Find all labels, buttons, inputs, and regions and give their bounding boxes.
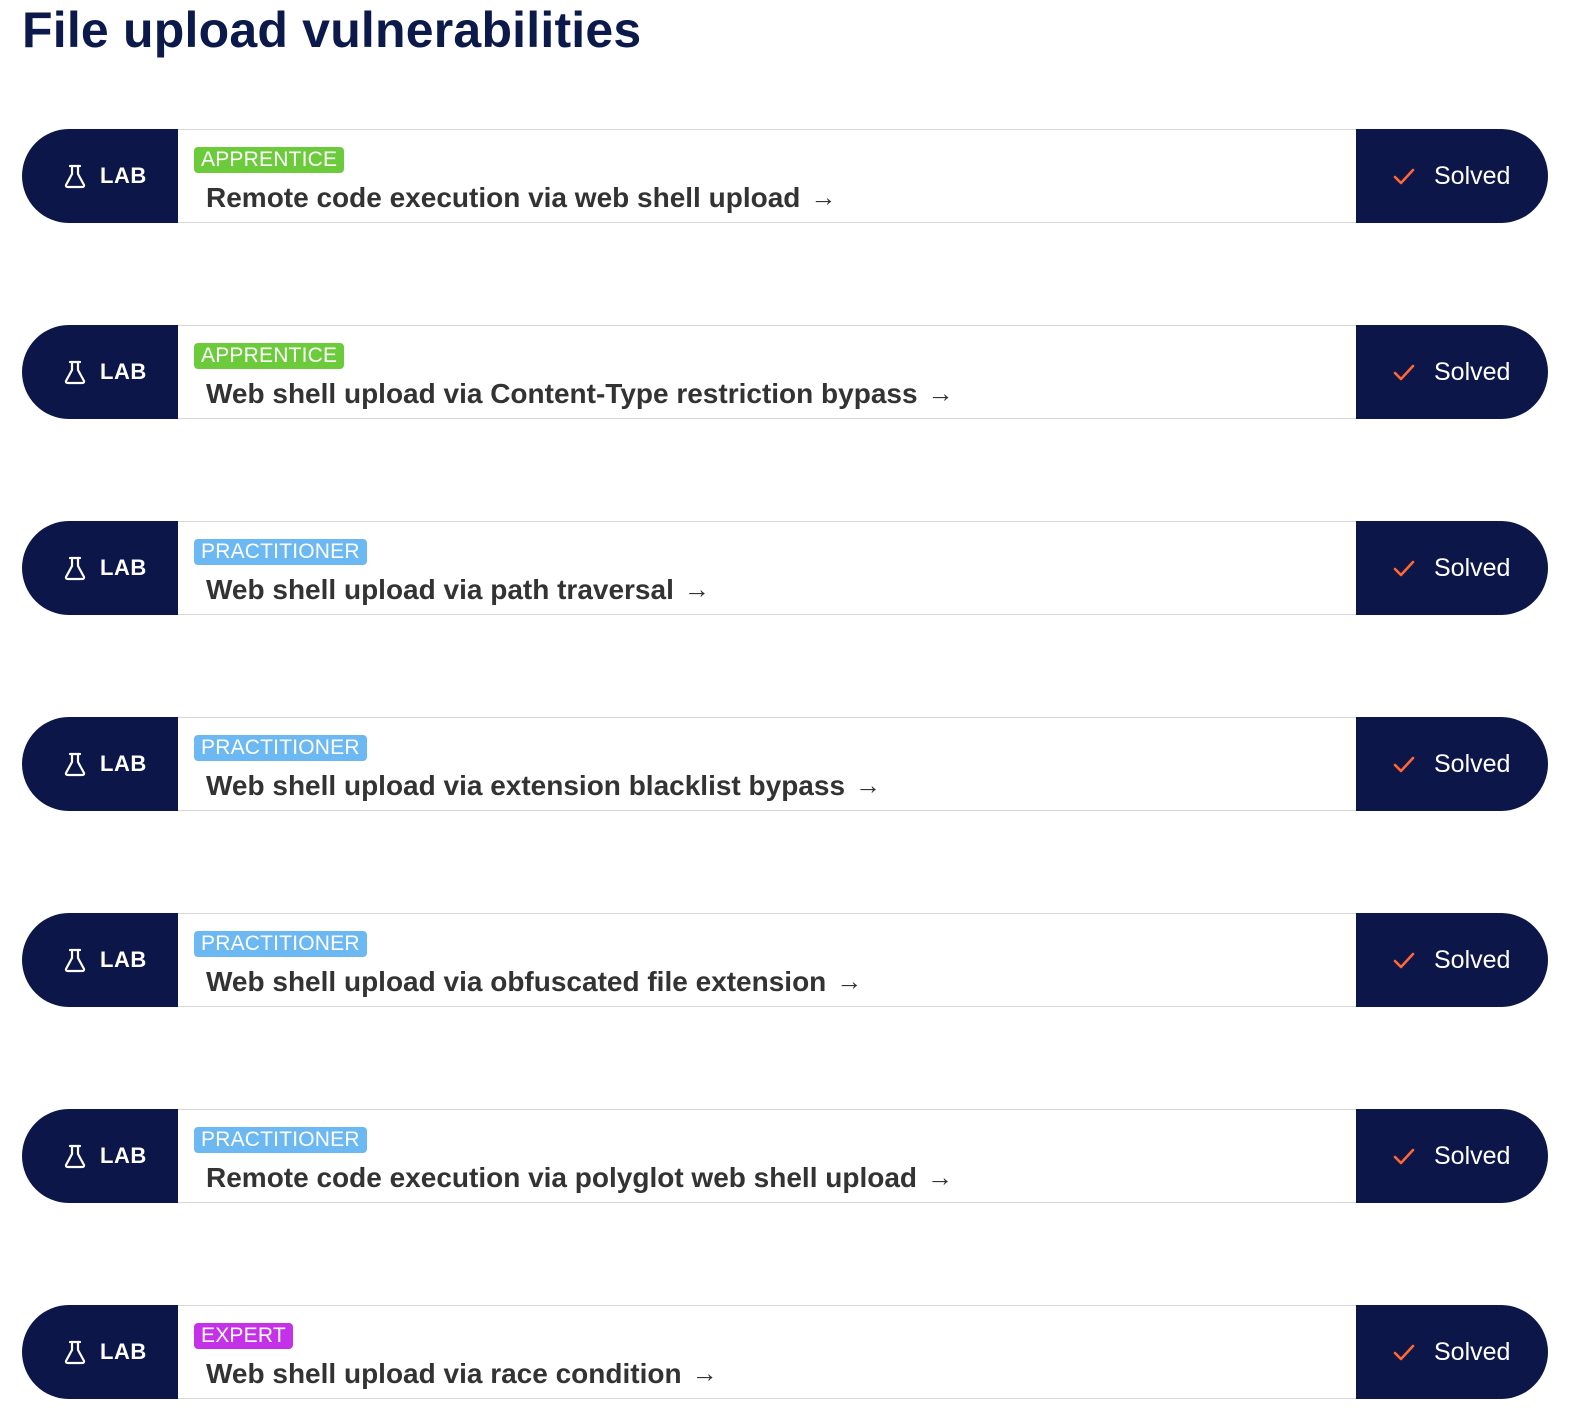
check-icon — [1392, 164, 1416, 188]
check-icon — [1392, 752, 1416, 776]
check-icon — [1392, 1144, 1416, 1168]
status-label: Solved — [1434, 357, 1511, 386]
status-label: Solved — [1434, 161, 1511, 190]
level-tag-apprentice: APPRENTICE — [194, 343, 345, 369]
lab-badge: LAB — [22, 913, 178, 1007]
lab-link[interactable]: Web shell upload via extension blacklist… — [206, 770, 881, 802]
lab-link-text: Web shell upload via Content-Type restri… — [206, 378, 918, 409]
status-badge: Solved — [1356, 717, 1548, 811]
lab-body: PRACTITIONER Web shell upload via obfusc… — [178, 913, 1356, 1007]
lab-link[interactable]: Web shell upload via race condition → — [206, 1358, 718, 1390]
lab-badge: LAB — [22, 325, 178, 419]
lab-link[interactable]: Web shell upload via path traversal → — [206, 574, 710, 606]
lab-body: PRACTITIONER Remote code execution via p… — [178, 1109, 1356, 1203]
lab-list: LAB APPRENTICE Remote code execution via… — [22, 129, 1548, 1399]
flask-icon — [62, 1339, 88, 1365]
arrow-right-icon: → — [927, 1162, 954, 1192]
lab-link-text: Remote code execution via polyglot web s… — [206, 1162, 918, 1193]
lab-body: APPRENTICE Remote code execution via web… — [178, 129, 1356, 223]
lab-body: EXPERT Web shell upload via race conditi… — [178, 1305, 1356, 1399]
lab-link-text: Web shell upload via extension blacklist… — [206, 770, 846, 801]
status-label: Solved — [1434, 1337, 1511, 1366]
lab-link-text: Web shell upload via path traversal — [206, 574, 674, 605]
lab-link[interactable]: Web shell upload via obfuscated file ext… — [206, 966, 862, 998]
flask-icon — [62, 163, 88, 189]
lab-row-6[interactable]: LAB PRACTITIONER Remote code execution v… — [22, 1109, 1548, 1203]
arrow-right-icon: → — [927, 378, 954, 408]
lab-row-5[interactable]: LAB PRACTITIONER Web shell upload via ob… — [22, 913, 1548, 1007]
lab-link-text: Remote code execution via web shell uplo… — [206, 182, 801, 213]
level-tag-expert: EXPERT — [194, 1323, 293, 1349]
lab-badge-label: LAB — [100, 359, 147, 384]
lab-badge: LAB — [22, 1305, 178, 1399]
check-icon — [1392, 1340, 1416, 1364]
lab-badge-label: LAB — [100, 1339, 147, 1364]
lab-badge-label: LAB — [100, 555, 147, 580]
status-badge: Solved — [1356, 325, 1548, 419]
lab-badge: LAB — [22, 717, 178, 811]
level-tag-practitioner: PRACTITIONER — [194, 1127, 367, 1153]
status-label: Solved — [1434, 945, 1511, 974]
lab-row-4[interactable]: LAB PRACTITIONER Web shell upload via ex… — [22, 717, 1548, 811]
arrow-right-icon: → — [810, 182, 837, 212]
lab-badge: LAB — [22, 521, 178, 615]
check-icon — [1392, 360, 1416, 384]
level-tag-apprentice: APPRENTICE — [194, 147, 345, 173]
status-label: Solved — [1434, 1141, 1511, 1170]
flask-icon — [62, 1143, 88, 1169]
lab-body: APPRENTICE Web shell upload via Content-… — [178, 325, 1356, 419]
lab-link-text: Web shell upload via obfuscated file ext… — [206, 966, 827, 997]
lab-body: PRACTITIONER Web shell upload via extens… — [178, 717, 1356, 811]
level-tag-practitioner: PRACTITIONER — [194, 539, 367, 565]
lab-badge-label: LAB — [100, 947, 147, 972]
status-label: Solved — [1434, 749, 1511, 778]
check-icon — [1392, 556, 1416, 580]
status-badge: Solved — [1356, 1305, 1548, 1399]
flask-icon — [62, 751, 88, 777]
lab-badge: LAB — [22, 129, 178, 223]
lab-link-text: Web shell upload via race condition — [206, 1358, 682, 1389]
lab-badge: LAB — [22, 1109, 178, 1203]
lab-body: PRACTITIONER Web shell upload via path t… — [178, 521, 1356, 615]
page-title: File upload vulnerabilities — [22, 2, 642, 58]
lab-badge-label: LAB — [100, 751, 147, 776]
level-tag-practitioner: PRACTITIONER — [194, 735, 367, 761]
lab-link[interactable]: Remote code execution via polyglot web s… — [206, 1162, 953, 1194]
arrow-right-icon: → — [855, 770, 882, 800]
status-badge: Solved — [1356, 129, 1548, 223]
status-badge: Solved — [1356, 1109, 1548, 1203]
flask-icon — [62, 555, 88, 581]
arrow-right-icon: → — [683, 574, 710, 604]
arrow-right-icon: → — [836, 966, 863, 996]
lab-link[interactable]: Remote code execution via web shell uplo… — [206, 182, 836, 214]
lab-row-3[interactable]: LAB PRACTITIONER Web shell upload via pa… — [22, 521, 1548, 615]
lab-row-7[interactable]: LAB EXPERT Web shell upload via race con… — [22, 1305, 1548, 1399]
lab-row-2[interactable]: LAB APPRENTICE Web shell upload via Cont… — [22, 325, 1548, 419]
arrow-right-icon: → — [691, 1358, 718, 1388]
flask-icon — [62, 947, 88, 973]
status-label: Solved — [1434, 553, 1511, 582]
status-badge: Solved — [1356, 521, 1548, 615]
check-icon — [1392, 948, 1416, 972]
status-badge: Solved — [1356, 913, 1548, 1007]
lab-badge-label: LAB — [100, 163, 147, 188]
flask-icon — [62, 359, 88, 385]
lab-row-1[interactable]: LAB APPRENTICE Remote code execution via… — [22, 129, 1548, 223]
level-tag-practitioner: PRACTITIONER — [194, 931, 367, 957]
lab-badge-label: LAB — [100, 1143, 147, 1168]
lab-link[interactable]: Web shell upload via Content-Type restri… — [206, 378, 954, 410]
